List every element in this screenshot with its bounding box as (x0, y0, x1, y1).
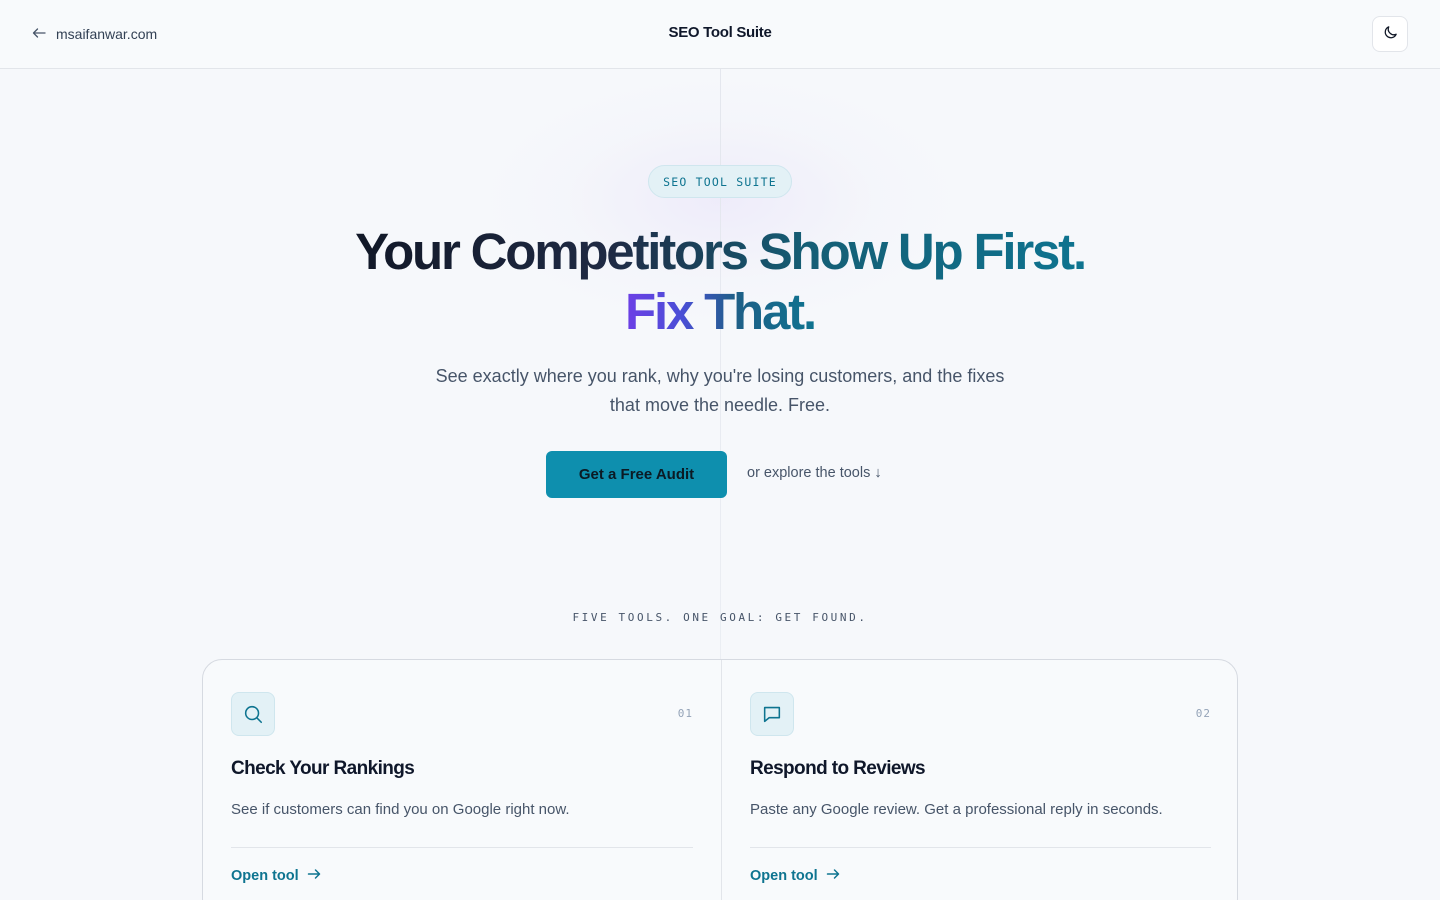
theme-toggle-button[interactable] (1372, 16, 1408, 52)
moon-icon (1382, 24, 1399, 44)
explore-tools-link[interactable]: or explore the tools ↓ (747, 465, 882, 485)
tool-card-rankings[interactable]: 01 Check Your Rankings See if customers … (203, 660, 721, 900)
tool-number: 02 (1195, 707, 1211, 720)
tool-description: See if customers can find you on Google … (231, 801, 570, 818)
headline-line-2: Fix That. (625, 283, 817, 340)
message-icon (750, 692, 794, 736)
search-icon (231, 692, 275, 736)
tools-grid: 01 Check Your Rankings See if customers … (202, 659, 1238, 900)
hero-badge: SEO TOOL SUITE (648, 165, 792, 198)
arrow-right-icon (307, 867, 321, 885)
arrow-right-icon (826, 867, 840, 885)
open-tool-link[interactable]: Open tool (750, 866, 840, 886)
card-divider (231, 847, 693, 848)
card-divider (750, 847, 1211, 848)
tool-title: Respond to Reviews (750, 758, 926, 779)
tool-title: Check Your Rankings (231, 758, 415, 779)
site-title: SEO Tool Suite (668, 24, 772, 41)
hero-subtitle: See exactly where you rank, why you're l… (435, 366, 1005, 415)
open-tool-label: Open tool (231, 868, 299, 884)
tool-description: Paste any Google review. Get a professio… (750, 801, 1163, 818)
tools-kicker: FIVE TOOLS. ONE GOAL: GET FOUND. (572, 611, 868, 624)
hero-headline: Your Competitors Show Up First. Fix That… (0, 222, 1440, 342)
tool-card-reviews[interactable]: 02 Respond to Reviews Paste any Google r… (721, 660, 1237, 900)
free-audit-button[interactable]: Get a Free Audit (546, 451, 727, 498)
top-bar: msaifanwar.com SEO Tool Suite (0, 0, 1440, 69)
headline-line-1: Your Competitors Show Up First. (355, 223, 1087, 280)
open-tool-link[interactable]: Open tool (231, 866, 321, 886)
tool-number: 01 (677, 707, 693, 720)
open-tool-label: Open tool (750, 868, 818, 884)
